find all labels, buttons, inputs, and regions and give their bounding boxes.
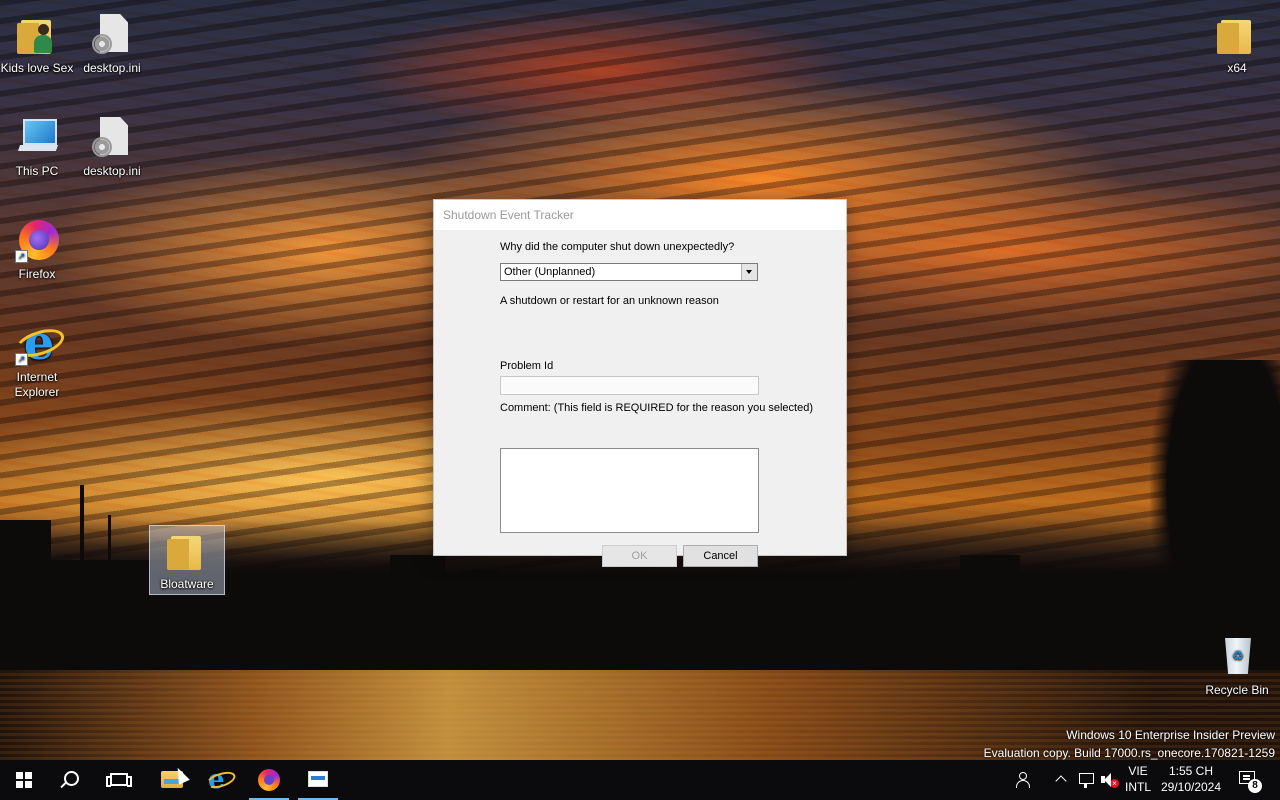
cancel-button[interactable]: Cancel (683, 545, 758, 567)
folder-icon (163, 526, 211, 574)
shutdown-event-tracker-dialog: Shutdown Event Tracker Why did the compu… (433, 199, 847, 567)
chevron-down-icon[interactable] (741, 264, 757, 280)
show-hidden-icons-chevron-icon[interactable] (1051, 770, 1071, 790)
desktop-icon-firefox[interactable]: ↗ Firefox (0, 216, 74, 282)
dialog-title: Shutdown Event Tracker (443, 208, 574, 222)
people-icon[interactable] (1014, 770, 1034, 790)
firefox-icon (258, 769, 280, 791)
desktop-icon-label: x64 (1227, 61, 1247, 75)
desktop-icon-label: This PC (15, 164, 59, 178)
shutdown-reason-dropdown[interactable]: Other (Unplanned) (500, 263, 758, 281)
desktop-icon-kids-love-sex[interactable]: Kids love Sex (0, 10, 74, 76)
reason-question-label: Why did the computer shut down unexpecte… (500, 241, 735, 253)
clock-date: 29/10/2024 (1160, 780, 1222, 794)
settings-file-icon (88, 10, 136, 58)
taskbar-shutdown-event-tracker[interactable] (294, 760, 342, 800)
folder-icon (1213, 10, 1261, 58)
settings-file-icon (88, 113, 136, 161)
shutdown-reason-selected: Other (Unplanned) (504, 266, 596, 278)
windows-logo-icon (16, 772, 32, 788)
desktop-icon-desktop-ini-1[interactable]: desktop.ini (75, 10, 149, 76)
desktop-icon-label: Kids love Sex (0, 61, 74, 75)
recycle-bin-icon: ♻ (1213, 632, 1261, 680)
taskbar-internet-explorer[interactable]: e (196, 760, 244, 800)
desktop-icon-this-pc[interactable]: This PC (0, 113, 74, 179)
problem-id-field[interactable] (500, 376, 759, 395)
evaluation-watermark: Windows 10 Enterprise Insider Preview Ev… (984, 726, 1275, 762)
desktop-icon-label: Recycle Bin (1205, 683, 1269, 697)
search-button[interactable] (48, 760, 96, 800)
reason-description: A shutdown or restart for an unknown rea… (500, 295, 719, 307)
search-icon (64, 771, 79, 786)
internet-explorer-icon: e ↗ (12, 319, 68, 367)
folder-user-icon (13, 10, 61, 58)
volume-muted-icon[interactable]: × (1099, 770, 1119, 790)
problem-id-label: Problem Id (500, 360, 554, 372)
keyboard-layout: INTL (1124, 780, 1151, 794)
desktop-icon-desktop-ini-2[interactable]: desktop.ini (75, 113, 149, 179)
notification-count-badge: 8 (1248, 779, 1262, 793)
language-code: VIE (1128, 764, 1148, 778)
clock-time: 1:55 CH (1168, 764, 1214, 778)
task-view-button[interactable] (96, 760, 144, 800)
start-button[interactable] (0, 760, 48, 800)
comment-label: Comment: (This field is REQUIRED for the… (500, 402, 814, 414)
dialog-window-icon (308, 771, 328, 787)
desktop-icon-bloatware[interactable]: Bloatware (149, 525, 225, 595)
desktop-icon-x64[interactable]: x64 (1200, 10, 1274, 76)
clock[interactable]: 1:55 CH 29/10/2024 (1158, 763, 1224, 795)
comment-textarea[interactable] (500, 448, 759, 533)
desktop-icon-label: Internet Explorer (14, 370, 60, 399)
computer-icon (13, 113, 61, 161)
desktop-icon-label: Bloatware (160, 577, 214, 591)
ok-button[interactable]: OK (602, 545, 677, 567)
watermark-edition: Windows 10 Enterprise Insider Preview (1066, 728, 1275, 742)
taskbar: e × VIE INTL 1:55 CH 29/10/2024 8 (0, 760, 1280, 800)
shortcut-arrow-icon: ↗ (15, 250, 28, 263)
desktop-icon-internet-explorer[interactable]: e ↗ Internet Explorer (0, 319, 74, 400)
input-language-indicator[interactable]: VIE INTL (1124, 763, 1152, 795)
desktop-icon-label: Firefox (18, 267, 56, 281)
dialog-titlebar[interactable]: Shutdown Event Tracker (434, 200, 846, 230)
network-icon[interactable] (1077, 770, 1097, 790)
taskbar-firefox[interactable] (245, 760, 293, 800)
desktop-icon-label: desktop.ini (83, 164, 141, 178)
task-view-icon (106, 773, 132, 787)
desktop-icon-label: desktop.ini (83, 61, 141, 75)
desktop-icon-recycle-bin[interactable]: ♻ Recycle Bin (1200, 632, 1274, 698)
shortcut-arrow-icon: ↗ (15, 353, 28, 366)
firefox-icon: ↗ (13, 216, 61, 264)
